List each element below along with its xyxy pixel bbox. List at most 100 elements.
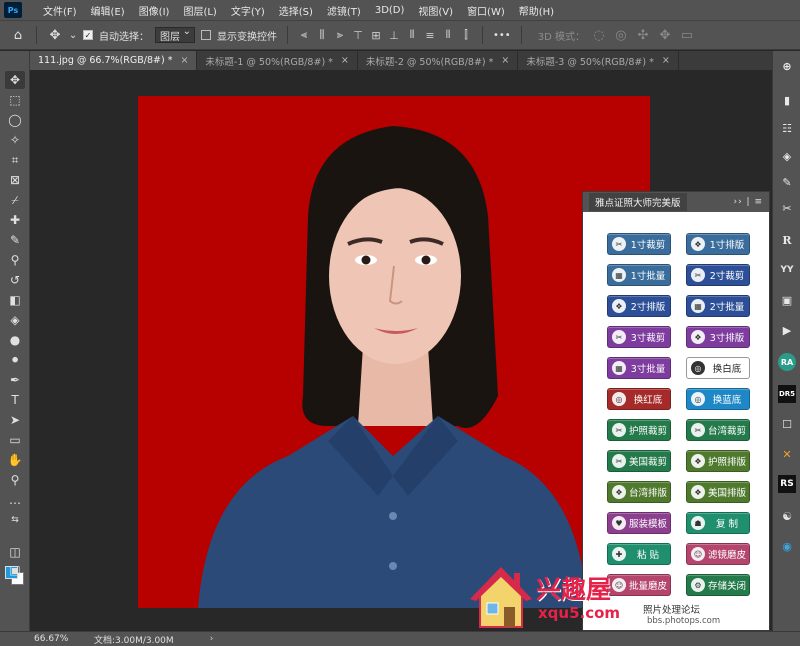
menu-edit[interactable]: 编辑(E)	[84, 3, 132, 18]
screen-mode-icon[interactable]: ▣	[5, 561, 25, 579]
orbit-3d-icon[interactable]: ◌	[591, 27, 607, 43]
auto-select-checkbox[interactable]: ✓	[83, 30, 93, 40]
plugin-button[interactable]: ◎ 换红底	[607, 388, 671, 410]
distribute-horizontal-icon[interactable]: ⦀	[442, 28, 454, 41]
menu-view[interactable]: 视图(V)	[411, 3, 460, 18]
plugin-button[interactable]: ☺ 批量磨皮	[607, 574, 671, 596]
scale-3d-icon[interactable]: ▭	[679, 27, 695, 43]
close-icon[interactable]: ×	[180, 55, 188, 66]
plugin-button[interactable]: ◎ 换蓝底	[686, 388, 750, 410]
blur-tool-icon[interactable]: ●	[5, 331, 25, 349]
dock-icon[interactable]: R	[778, 231, 796, 249]
dock-icon[interactable]: ✎	[778, 173, 796, 191]
more-tools-icon[interactable]: …	[5, 491, 25, 509]
plugin-button[interactable]: ▦ 3寸批量	[607, 357, 671, 379]
dodge-tool-icon[interactable]: ⚫	[5, 351, 25, 369]
dock-icon[interactable]: ⊕	[778, 57, 796, 75]
dock-icon[interactable]: ✕	[778, 445, 796, 463]
more-options-button[interactable]: •••	[493, 30, 511, 41]
photoshop-logo-icon[interactable]: Ps	[4, 2, 22, 18]
eraser-tool-icon[interactable]: ◧	[5, 291, 25, 309]
menu-window[interactable]: 窗口(W)	[460, 3, 512, 18]
slide-3d-icon[interactable]: ✥	[657, 27, 673, 43]
paint-bucket-tool-icon[interactable]: ◈	[5, 311, 25, 329]
plugin-button[interactable]: ♥ 服装模板	[607, 512, 671, 534]
plugin-button[interactable]: ✂ 美国裁剪	[607, 450, 671, 472]
magic-wand-tool-icon[interactable]: ✧	[5, 131, 25, 149]
dock-icon[interactable]: ✂	[778, 199, 796, 217]
distribute-spacing-icon[interactable]: ⫿	[460, 28, 472, 41]
close-icon[interactable]: ×	[501, 55, 509, 66]
menu-filter[interactable]: 滤镜(T)	[320, 3, 368, 18]
pen-tool-icon[interactable]: ✒	[5, 371, 25, 389]
distribute-icon[interactable]: ⫴	[406, 28, 418, 41]
brush-tool-icon[interactable]: ✎	[5, 231, 25, 249]
close-icon[interactable]: ×	[662, 55, 670, 66]
panel-menu-icon[interactable]: ›› | ≡	[734, 197, 764, 207]
align-bottom-icon[interactable]: ⊥	[388, 29, 400, 42]
dock-icon[interactable]: ▶	[778, 321, 796, 339]
zoom-tool-icon[interactable]: ⚲	[5, 471, 25, 489]
plugin-button[interactable]: ✚ 粘 贴	[607, 543, 671, 565]
plugin-button[interactable]: ❖ 3寸排版	[686, 326, 750, 348]
hand-tool-icon[interactable]: ✋	[5, 451, 25, 469]
dock-icon[interactable]: ▮	[778, 91, 796, 109]
distribute-vertical-icon[interactable]: ≡	[424, 29, 436, 42]
healing-brush-tool-icon[interactable]: ✚	[5, 211, 25, 229]
swap-colors-icon[interactable]: ⇆	[5, 511, 25, 529]
plugin-button[interactable]: ✂ 1寸裁剪	[607, 233, 671, 255]
align-top-icon[interactable]: ⊤	[352, 29, 364, 42]
plugin-button[interactable]: ⚙ 存储关闭	[686, 574, 750, 596]
chevron-down-icon[interactable]: ⌄	[69, 27, 77, 43]
plugin-button[interactable]: ☗ 复 制	[686, 512, 750, 534]
frame-tool-icon[interactable]: ⊠	[5, 171, 25, 189]
quick-mask-icon[interactable]: ◫	[5, 543, 25, 561]
plugin-button[interactable]: ❖ 美国排版	[686, 481, 750, 503]
dock-icon[interactable]: RA	[778, 353, 796, 371]
plugin-button[interactable]: ▦ 2寸批量	[686, 295, 750, 317]
path-selection-tool-icon[interactable]: ➤	[5, 411, 25, 429]
align-middle-icon[interactable]: ⊞	[370, 29, 382, 42]
show-transform-checkbox[interactable]	[201, 30, 211, 40]
rectangle-tool-icon[interactable]: ▭	[5, 431, 25, 449]
align-center-icon[interactable]: ⫼	[316, 28, 328, 41]
plugin-button[interactable]: ❖ 台湾排版	[607, 481, 671, 503]
zoom-level[interactable]: 66.67%	[34, 634, 90, 644]
dock-icon[interactable]: ☷	[778, 119, 796, 137]
menu-3d[interactable]: 3D(D)	[368, 5, 412, 16]
plugin-button[interactable]: ✂ 台湾裁剪	[686, 419, 750, 441]
auto-select-dropdown[interactable]: 图层	[155, 26, 195, 43]
home-icon[interactable]: ⌂	[10, 27, 26, 43]
dock-icon[interactable]: ▣	[778, 291, 796, 309]
clone-stamp-tool-icon[interactable]: ⚲	[5, 251, 25, 269]
drag-3d-icon[interactable]: ✣	[635, 27, 651, 43]
lasso-tool-icon[interactable]: ◯	[5, 111, 25, 129]
plugin-button[interactable]: ◎ 换白底	[686, 357, 750, 379]
eyedropper-tool-icon[interactable]: ⌿	[5, 191, 25, 209]
dock-icon[interactable]: ☯	[778, 507, 796, 525]
plugin-button[interactable]: ❖ 护照排版	[686, 450, 750, 472]
menu-layer[interactable]: 图层(L)	[176, 3, 223, 18]
dock-icon[interactable]: ☐	[778, 415, 796, 433]
crop-tool-icon[interactable]: ⌗	[5, 151, 25, 169]
align-right-icon[interactable]: ⫸	[334, 28, 346, 41]
panel-title[interactable]: 雅点证照大师完美版	[589, 193, 687, 211]
align-left-icon[interactable]: ⫷	[298, 28, 310, 41]
plugin-button[interactable]: ✂ 2寸裁剪	[686, 264, 750, 286]
plugin-button[interactable]: ▦ 1寸批量	[607, 264, 671, 286]
dock-icon[interactable]: RS	[778, 475, 796, 493]
plugin-button[interactable]: ✂ 护照裁剪	[607, 419, 671, 441]
dock-icon[interactable]: ◈	[778, 147, 796, 165]
type-tool-icon[interactable]: T	[5, 391, 25, 409]
marquee-tool-icon[interactable]: ⬚	[5, 91, 25, 109]
menu-select[interactable]: 选择(S)	[272, 3, 320, 18]
roll-3d-icon[interactable]: ◎	[613, 27, 629, 43]
tab-untitled-3[interactable]: 未标题-3 @ 50%(RGB/8#) * ×	[518, 51, 679, 70]
plugin-button[interactable]: ☺ 滤镜磨皮	[686, 543, 750, 565]
chevron-right-icon[interactable]: ›	[210, 634, 214, 644]
plugin-button[interactable]: ✂ 3寸裁剪	[607, 326, 671, 348]
close-icon[interactable]: ×	[341, 55, 349, 66]
portrait-photo[interactable]	[138, 96, 650, 608]
tab-untitled-1[interactable]: 未标题-1 @ 50%(RGB/8#) * ×	[197, 51, 358, 70]
move-tool-icon[interactable]: ✥	[5, 71, 25, 89]
